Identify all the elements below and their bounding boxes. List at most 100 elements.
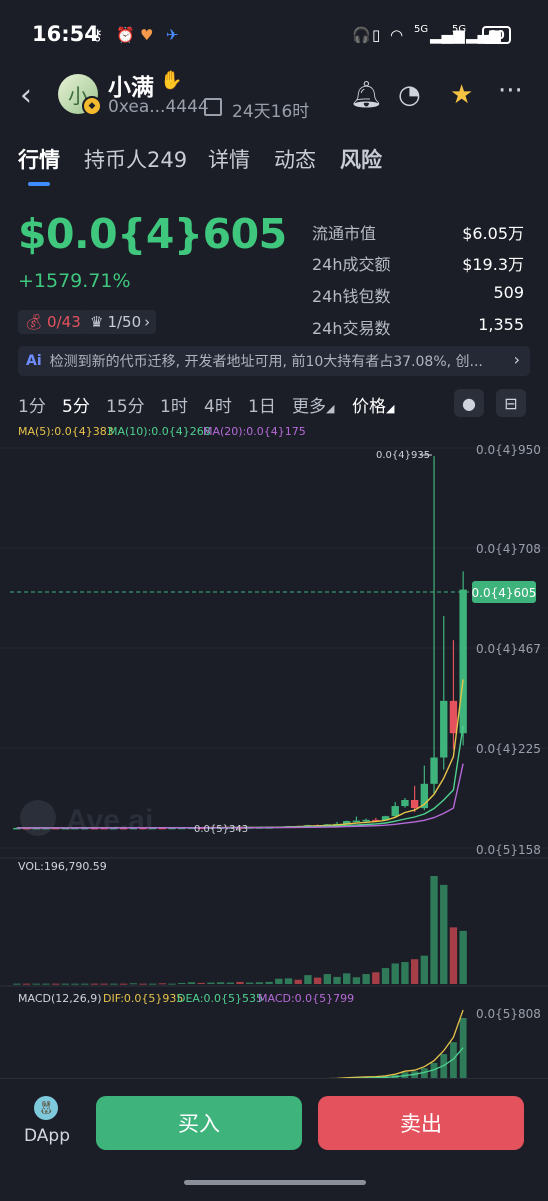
timeframe-4h[interactable]: 4时: [204, 392, 232, 417]
macd-dif: DIF:0.0{5}935: [103, 992, 183, 1005]
chevron-right-icon: ›: [144, 313, 151, 331]
buy-label: 买入: [178, 1112, 220, 1136]
axis-label-950: 0.0{4}950: [476, 443, 541, 457]
volume-bar: [246, 982, 254, 984]
timeframe-more[interactable]: 更多◢: [292, 392, 334, 417]
volume-bar: [352, 977, 361, 984]
volume-bar: [13, 983, 21, 985]
candle-body: [352, 820, 361, 823]
dapp-label[interactable]: DApp: [24, 1126, 70, 1146]
volume-bar: [275, 978, 283, 984]
volume-bar: [391, 963, 399, 984]
dapp-icon[interactable]: 🐰︎: [34, 1096, 58, 1120]
volume-bar: [197, 982, 205, 984]
volume-bar: [323, 974, 332, 984]
indicator-settings-icon[interactable]: ●: [454, 389, 484, 417]
sell-button[interactable]: 卖出: [318, 1096, 524, 1150]
volume-label: VOL:196,790.59: [18, 860, 107, 873]
copy-address-icon[interactable]: [204, 98, 222, 116]
price-change: +1579.71%: [18, 270, 131, 292]
tab-details[interactable]: 详情: [208, 144, 250, 174]
price-mode-select[interactable]: 价格◢: [352, 392, 394, 417]
rank-count: 1/50: [107, 313, 142, 331]
home-indicator: [184, 1180, 366, 1185]
volume-bar: [410, 959, 419, 984]
candle-body: [430, 757, 438, 784]
back-button[interactable]: ‹: [20, 78, 32, 113]
stat-label-marketcap: 流通市值: [312, 224, 377, 243]
volume-bar: [110, 983, 118, 985]
more-menu-icon[interactable]: ···: [498, 76, 523, 106]
volume-bar: [22, 983, 31, 985]
volume-bar: [343, 973, 351, 984]
watermark: Ave.ai: [66, 804, 153, 837]
chart-tools-icon[interactable]: ⊟: [496, 389, 526, 417]
tab-holders[interactable]: 持币人249: [84, 144, 187, 174]
stat-value-volume: $19.3万: [462, 255, 524, 274]
volume-bar: [401, 962, 409, 984]
volume-bar: [459, 930, 467, 984]
candle-body: [362, 819, 370, 822]
chevron-right-icon: ›: [513, 350, 520, 369]
status-time: 16:54: [32, 22, 99, 46]
candle-body: [401, 800, 409, 807]
timeframe-more-label: 更多: [292, 397, 326, 417]
volume-bar: [32, 983, 40, 985]
token-age: 24天16时: [232, 102, 310, 122]
volume-bar: [265, 981, 273, 984]
sell-label: 卖出: [400, 1112, 442, 1136]
stat-value-trades: 1,355: [478, 315, 524, 334]
bell-icon[interactable]: 🔔︎: [350, 80, 383, 110]
volume-bar: [168, 983, 176, 985]
current-price-tag: 0.0{4}605: [472, 586, 537, 600]
price-chart[interactable]: Ave.ai MA(5):0.0{4}383 MA(10):0.0{4}268 …: [0, 418, 548, 1098]
tab-market[interactable]: 行情: [18, 144, 60, 174]
speed-gauge-icon[interactable]: ◔: [398, 80, 421, 110]
volume-bar: [216, 982, 225, 984]
volume-bar: [226, 982, 234, 984]
signal-label-1: 5G: [414, 24, 429, 35]
axis-label-158: 0.0{5}158: [476, 843, 541, 857]
wifi-icon: ◠: [390, 26, 404, 44]
volume-bar: [381, 968, 390, 984]
alarm-icon: ⏰: [116, 26, 135, 44]
tab-activity[interactable]: 动态: [274, 144, 316, 174]
volume-bar: [313, 977, 322, 984]
volume-bar: [187, 982, 196, 984]
buy-button[interactable]: 买入: [96, 1096, 302, 1150]
price-mode-label: 价格: [352, 397, 386, 417]
axis-label-467: 0.0{4}467: [476, 642, 541, 656]
current-price: $0.0{4}605: [18, 210, 287, 258]
tab-risk[interactable]: 风险: [340, 144, 382, 174]
timeframe-15m[interactable]: 15分: [106, 392, 145, 417]
volume-bar: [158, 983, 167, 985]
ai-notice-banner[interactable]: Ai 检测到新的代币迁移, 开发者地址可用, 前10大持有者占37.08%, 创…: [18, 346, 530, 376]
volume-bar: [71, 983, 79, 985]
macd-dea: DEA:0.0{5}535: [177, 992, 263, 1005]
sniper-count: 0/43: [47, 313, 81, 331]
candlestick-series: [13, 456, 467, 830]
rank-chip[interactable]: ♛ 1/50 ›: [84, 310, 157, 334]
ma5-legend: MA(5):0.0{4}383: [18, 425, 114, 438]
volume-bar: [449, 927, 458, 984]
timeframe-1d[interactable]: 1日: [248, 392, 276, 417]
sniper-chip[interactable]: 💰︎ 0/43: [18, 310, 87, 334]
volume-bar: [178, 982, 186, 984]
timeframe-5m[interactable]: 5分: [62, 392, 90, 417]
volume-bar: [372, 972, 380, 984]
timeframe-1m[interactable]: 1分: [18, 392, 46, 417]
headphones-icon: 🎧: [352, 26, 371, 44]
volume-bar: [51, 983, 60, 985]
macd-dif-line: [16, 1009, 464, 1081]
volume-bar: [362, 974, 370, 984]
volume-bar: [294, 979, 302, 984]
volume-bar: [61, 983, 70, 985]
candle-body: [391, 806, 399, 817]
timeframe-1h[interactable]: 1时: [160, 392, 188, 417]
volume-bar: [148, 983, 157, 985]
volume-bar: [100, 983, 108, 985]
favorite-star-icon[interactable]: ★: [450, 80, 473, 110]
ma20-legend: MA(20):0.0{4}175: [203, 425, 306, 438]
app-notification-icon: ♥: [140, 26, 154, 44]
battery-saver-icon: ▯: [372, 26, 381, 44]
